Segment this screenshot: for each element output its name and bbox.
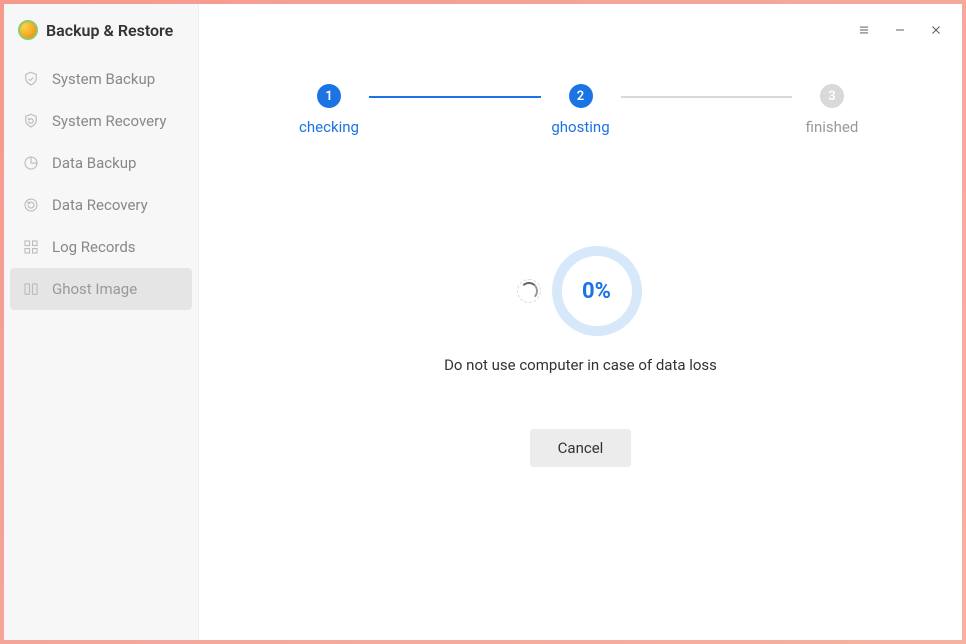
app-window: Backup & Restore System Backup System Re… — [4, 4, 962, 640]
step-label: finished — [806, 118, 859, 136]
step-label: checking — [299, 118, 359, 136]
progress-ring: 0% — [552, 246, 642, 336]
stepper: 1 checking 2 ghosting 3 finished — [289, 84, 872, 136]
sidebar-item-log-records[interactable]: Log Records — [4, 226, 198, 268]
sidebar-item-label: Data Recovery — [52, 196, 148, 214]
sidebar-item-system-backup[interactable]: System Backup — [4, 58, 198, 100]
progress-area: 0% Do not use computer in case of data l… — [199, 246, 962, 374]
step-number: 2 — [569, 84, 593, 108]
minimize-icon[interactable] — [892, 22, 908, 38]
sidebar-item-data-backup[interactable]: Data Backup — [4, 142, 198, 184]
step-checking: 1 checking — [289, 84, 369, 136]
sidebar-item-label: Ghost Image — [52, 280, 137, 298]
sidebar-item-label: System Backup — [52, 70, 155, 88]
cancel-row: Cancel — [199, 429, 962, 467]
shield-check-icon — [22, 70, 40, 88]
sidebar-item-data-recovery[interactable]: Data Recovery — [4, 184, 198, 226]
cancel-button[interactable]: Cancel — [530, 429, 632, 467]
step-ghosting: 2 ghosting — [541, 84, 621, 136]
step-bar — [369, 96, 541, 98]
step-number: 1 — [317, 84, 341, 108]
shield-refresh-icon — [22, 112, 40, 130]
step-bar — [621, 96, 793, 98]
progress-percent: 0% — [582, 279, 611, 304]
spinner-icon — [520, 282, 538, 300]
progress-row: 0% — [520, 246, 642, 336]
step-finished: 3 finished — [792, 84, 872, 136]
app-title: Backup & Restore — [46, 21, 173, 40]
progress-message: Do not use computer in case of data loss — [444, 356, 717, 374]
close-icon[interactable] — [928, 22, 944, 38]
step-number: 3 — [820, 84, 844, 108]
columns-icon — [22, 280, 40, 298]
menu-icon[interactable] — [856, 22, 872, 38]
sidebar-item-ghost-image[interactable]: Ghost Image — [10, 268, 192, 310]
window-controls — [856, 22, 944, 38]
step-label: ghosting — [551, 118, 609, 136]
sidebar: Backup & Restore System Backup System Re… — [4, 4, 199, 640]
sidebar-item-label: Log Records — [52, 238, 136, 256]
grid-icon — [22, 238, 40, 256]
main-panel: 1 checking 2 ghosting 3 finished 0% Do — [199, 4, 962, 640]
sidebar-item-label: Data Backup — [52, 154, 136, 172]
pie-icon — [22, 154, 40, 172]
app-title-row: Backup & Restore — [4, 12, 198, 58]
pie-refresh-icon — [22, 196, 40, 214]
app-logo-icon — [18, 20, 38, 40]
sidebar-item-label: System Recovery — [52, 112, 166, 130]
sidebar-item-system-recovery[interactable]: System Recovery — [4, 100, 198, 142]
